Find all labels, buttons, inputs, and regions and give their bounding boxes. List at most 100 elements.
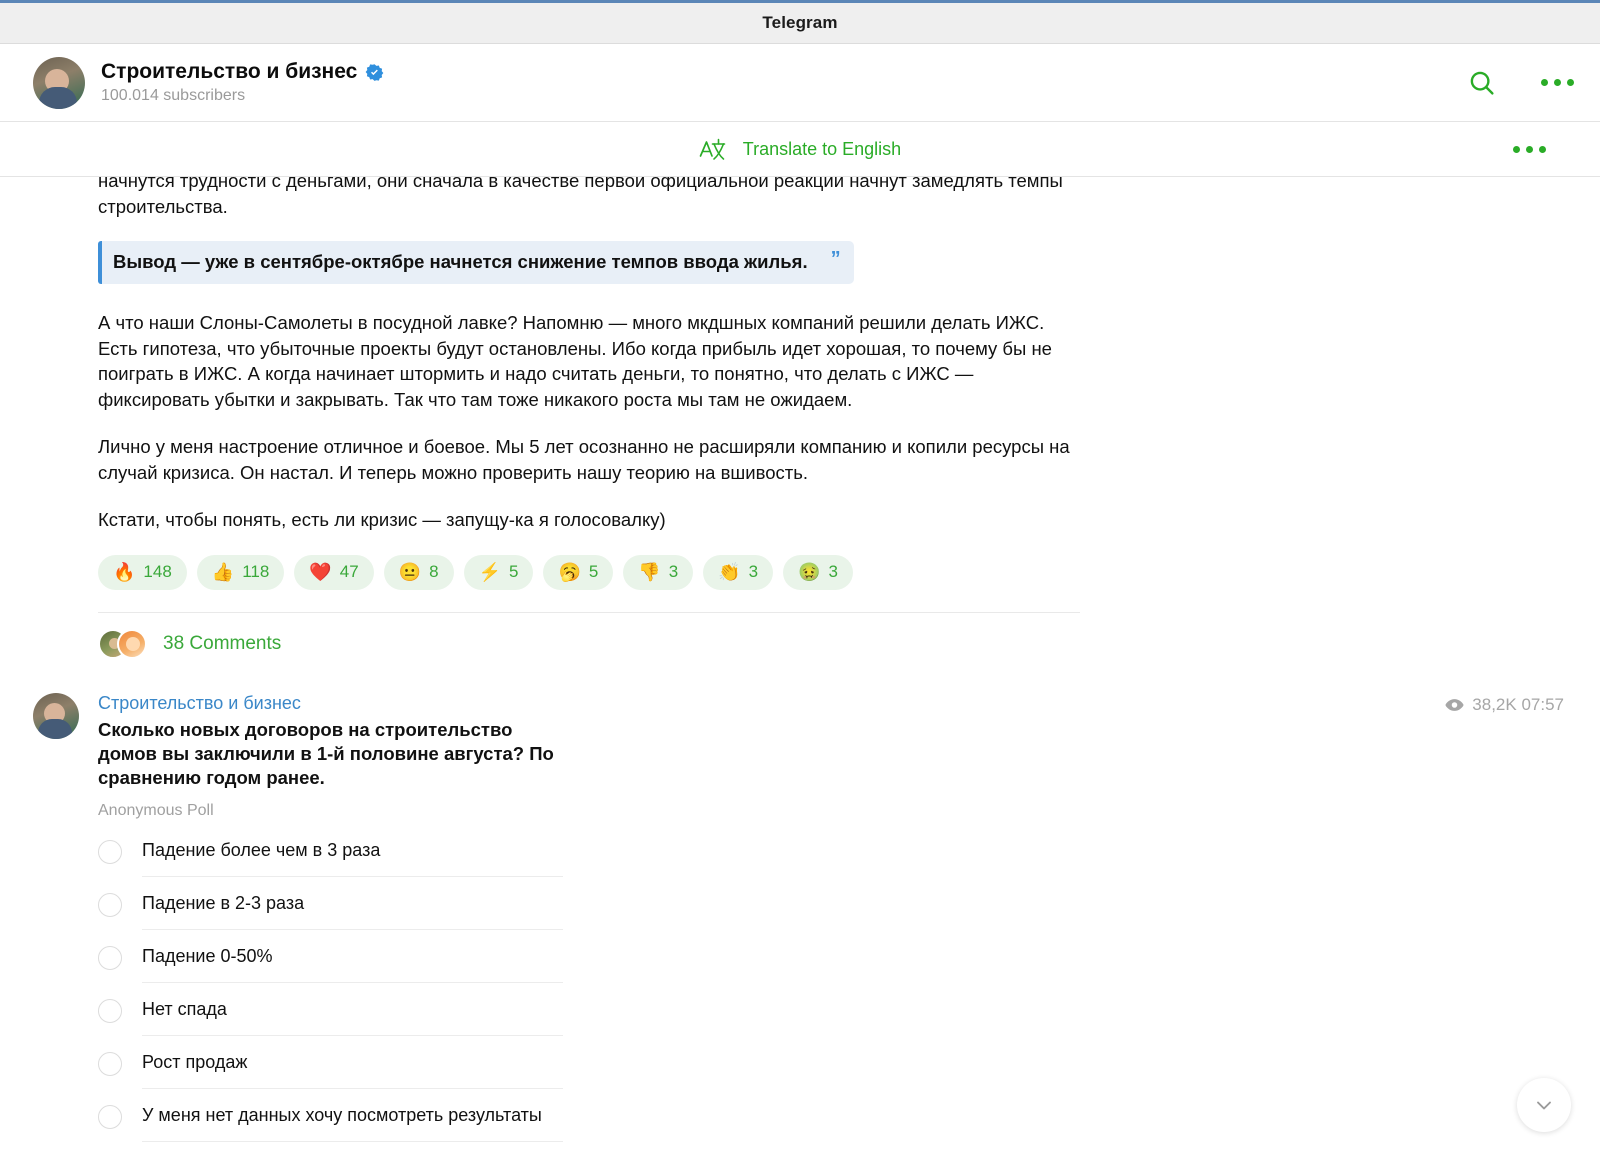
poll-option-separator [142,1034,563,1036]
search-button[interactable] [1467,68,1497,98]
poll-option-body: Падение 0-50% [142,944,563,983]
reaction-yawn-count: 5 [588,562,599,581]
reaction-clap-count: 3 [748,562,759,581]
poll-stats: 38,2K 07:57 [1445,695,1564,715]
reaction-heart[interactable]: ❤️ 47 [294,554,374,590]
poll-option-separator [142,981,563,983]
reaction-yawn[interactable]: 🥱 5 [543,554,614,590]
reaction-lightning[interactable]: ⚡ 5 [463,554,534,590]
poll-option[interactable]: Падение 0-50% [98,930,563,983]
translate-menu-button[interactable] [1513,145,1546,153]
poll-question: Сколько новых договоров на строительство… [98,718,554,788]
poll-option-separator [142,928,563,930]
reaction-thumbs-up-count: 118 [242,562,270,581]
poll-author-name[interactable]: Строительство и бизнес [98,693,1600,714]
reaction-thumbs-up[interactable]: 👍 118 [196,554,285,590]
quote-mark-icon: ” [830,248,841,270]
reaction-thumbs-up-emoji: 👍 [211,562,235,582]
comments-count-label: 38 Comments [163,632,282,654]
reaction-clap-emoji: 👏 [718,562,741,582]
reaction-neutral-face[interactable]: 😐 8 [383,554,454,590]
poll-option-body: У меня нет данных хочу посмотреть резуль… [142,1103,563,1142]
translate-icon [699,138,726,160]
poll-option[interactable]: Падение более чем в 3 раза [98,824,563,877]
poll-option-radio[interactable] [98,998,122,1023]
message-feed[interactable]: начнутся трудности с деньгами, они снача… [0,177,1600,1154]
post-quote-block: Вывод — уже в сентябре-октябре начнется … [98,241,854,284]
poll-option-radio[interactable] [98,945,122,970]
poll-option[interactable]: Падение в 2-3 раза [98,877,563,930]
reaction-thumbs-down-count: 3 [668,562,679,581]
translate-label: Translate to English [742,138,902,159]
reaction-nauseated-emoji: 🤢 [798,562,821,582]
channel-subscribers: 100.014 subscribers [101,87,246,104]
channel-menu-button[interactable] [1541,79,1574,86]
post-message: начнутся трудности с деньгами, они снача… [0,177,1600,677]
poll-author-avatar[interactable] [33,692,79,739]
poll-option-radio[interactable] [98,839,122,864]
poll-option-separator [142,875,563,877]
poll-option-label: Рост продаж [142,1051,248,1072]
chevron-down-icon [1537,1101,1551,1110]
header-actions [1467,68,1574,98]
reaction-neutral-face-count: 8 [429,562,439,581]
poll-option-body: Падение в 2-3 раза [142,891,563,930]
channel-meta: Строительство и бизнес 100.014 subscribe… [101,60,1467,105]
post-paragraph-3: Кстати, чтобы понять, есть ли кризис — з… [98,509,666,530]
translate-bar: Translate to English [0,122,1600,177]
reaction-thumbs-down[interactable]: 👎 3 [623,554,694,590]
commenter-avatar [117,628,147,659]
poll-views-count: 38,2K 07:57 [1472,694,1564,714]
more-options-icon [1541,79,1574,86]
poll-option-label: У меня нет данных хочу посмотреть резуль… [142,1104,542,1125]
poll-option-separator [142,1140,563,1142]
poll-option-radio[interactable] [98,1104,122,1129]
eye-icon [1445,698,1464,711]
poll-options-list: Падение более чем в 3 раза Падение в 2-3 … [98,824,563,1142]
poll-option-label: Падение более чем в 3 раза [142,839,381,860]
post-paragraph-1: А что наши Слоны-Самолеты в посудной лав… [98,312,1052,410]
channel-avatar[interactable] [33,56,85,109]
reaction-yawn-emoji: 🥱 [558,562,581,582]
poll-option-radio[interactable] [98,892,122,917]
reaction-neutral-face-emoji: 😐 [398,562,422,582]
poll-option-body: Падение более чем в 3 раза [142,838,563,877]
search-icon [1470,71,1494,95]
window-title: Telegram [762,13,838,32]
reaction-fire-count: 148 [143,562,172,581]
poll-option-body: Нет спада [142,997,563,1036]
poll-option-radio[interactable] [98,1051,122,1076]
poll-content: Строительство и бизнес Сколько новых дог… [98,693,1600,1142]
post-quote-text: Вывод — уже в сентябре-октябре начнется … [113,251,808,272]
poll-option-body: Рост продаж [142,1050,563,1089]
poll-option-separator [142,1087,563,1089]
verified-badge-icon [365,63,384,81]
reaction-nauseated[interactable]: 🤢 3 [783,554,854,590]
reaction-fire-emoji: 🔥 [113,562,136,582]
poll-option-label: Падение 0-50% [142,945,273,966]
post-paragraph-clipped: начнутся трудности с деньгами, они снача… [98,177,1063,217]
poll-option[interactable]: У меня нет данных хочу посмотреть резуль… [98,1089,563,1142]
translate-button[interactable]: Translate to English [699,135,901,163]
reaction-heart-count: 47 [339,562,359,581]
comments-button[interactable]: 38 Comments [0,613,1600,677]
channel-title-row: Строительство и бизнес [101,60,1467,84]
reaction-nauseated-count: 3 [828,562,839,581]
poll-type-label: Anonymous Poll [98,801,214,819]
reaction-clap[interactable]: 👏 3 [703,554,774,590]
commenter-avatars [98,628,147,659]
poll-message: Строительство и бизнес Сколько новых дог… [0,677,1600,1142]
reaction-lightning-count: 5 [508,562,519,581]
reaction-fire[interactable]: 🔥 148 [98,554,187,590]
poll-option-label: Нет спада [142,998,227,1019]
poll-option[interactable]: Рост продаж [98,1036,563,1089]
scroll-to-bottom-button[interactable] [1517,1078,1571,1132]
post-paragraph-2: Лично у меня настроение отличное и боево… [98,436,1070,483]
post-text-body: начнутся трудности с деньгами, они снача… [0,177,1600,612]
channel-header: Строительство и бизнес 100.014 subscribe… [0,44,1600,122]
poll-option[interactable]: Нет спада [98,983,563,1036]
reactions-row: 🔥 148 👍 118 ❤️ 47 😐 8 ⚡ 5 🥱 5 👎 3 👏 3 🤢 3 [98,554,1080,612]
channel-name[interactable]: Строительство и бизнес [101,60,357,84]
reaction-heart-emoji: ❤️ [309,562,332,582]
reaction-thumbs-down-emoji: 👎 [638,562,661,582]
